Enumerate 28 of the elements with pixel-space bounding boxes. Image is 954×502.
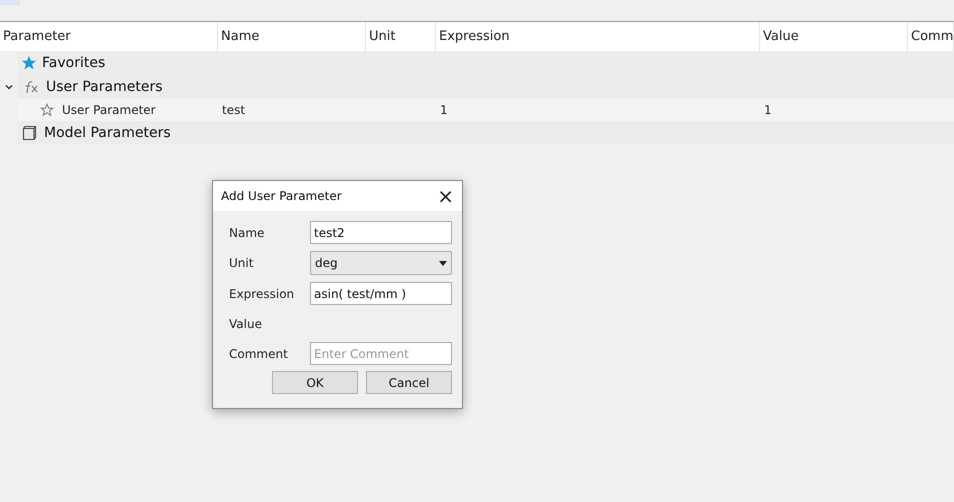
unit-dropdown[interactable]: deg (310, 251, 452, 275)
group-row[interactable]: Favorites (18, 51, 954, 75)
input-field[interactable]: Enter Comment (310, 342, 452, 365)
input-field[interactable]: asin( test/mm ) (310, 282, 452, 305)
field-label: Expression (229, 286, 296, 302)
group-label: Model Parameters (44, 125, 171, 141)
field-label: Name (229, 224, 266, 242)
close-button[interactable]: × (437, 186, 454, 206)
group-row[interactable]: Model Parameters (18, 121, 954, 145)
star-icon (22, 56, 36, 70)
field-label: Unit (229, 255, 254, 272)
group-row[interactable]: User Parameters (18, 75, 954, 99)
cube-icon (22, 125, 38, 141)
table-cell-text: 1 (439, 103, 449, 117)
group-label: Favorites (42, 55, 106, 71)
field-label: Comment (229, 346, 289, 362)
field-label: Value (229, 316, 263, 332)
input-field[interactable]: test2 (310, 221, 452, 244)
table-cell-text: 1 (763, 103, 773, 117)
parameter-row[interactable]: User Parameter test 1 1 (18, 99, 954, 121)
group-label: User Parameters (46, 79, 162, 95)
star-icon[interactable] (40, 103, 54, 117)
cancel-button[interactable]: Cancel (366, 371, 452, 394)
parameter-label: User Parameter (62, 103, 156, 117)
ok-button[interactable]: OK (272, 371, 358, 394)
table-cell-text: test (221, 103, 246, 117)
dropdown-arrow-icon (439, 260, 447, 266)
dialog-title: Add User Parameter (221, 189, 342, 203)
